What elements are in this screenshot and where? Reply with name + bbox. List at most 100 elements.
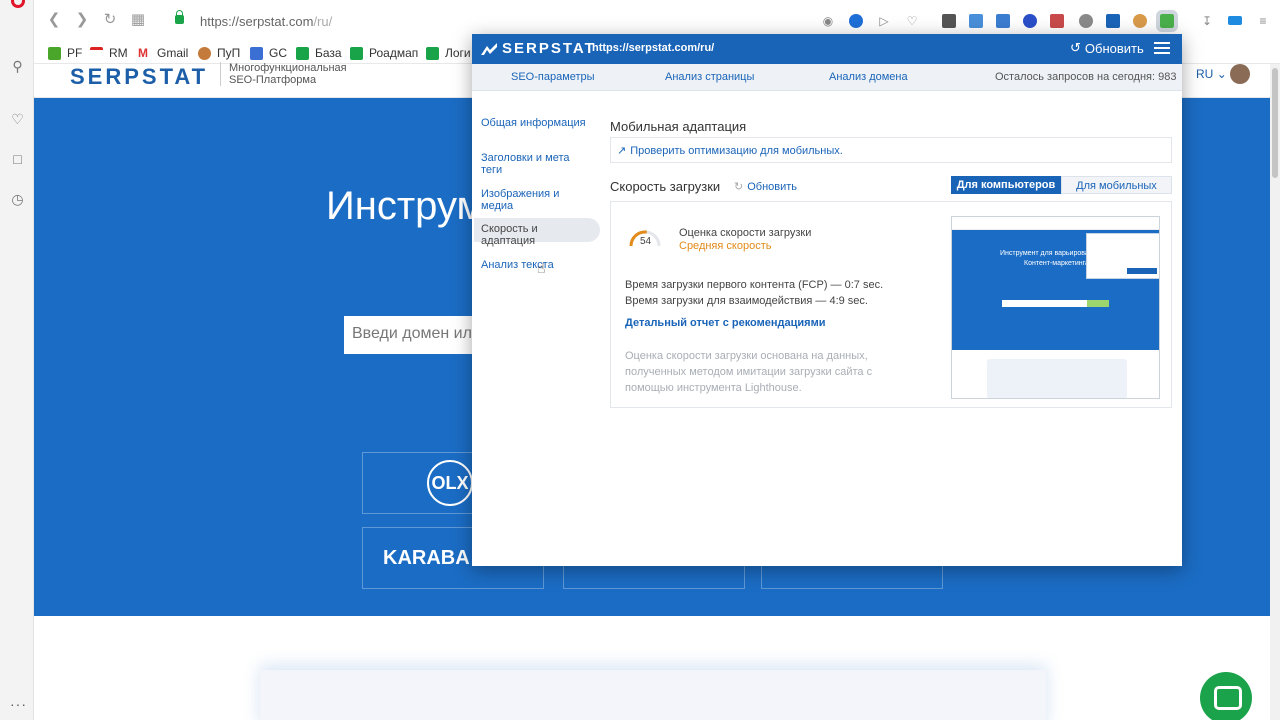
requests-quota: Осталось запросов на сегодня: 983 — [995, 71, 1177, 83]
extension-icon[interactable] — [1079, 14, 1093, 28]
tab-page-analysis[interactable]: Анализ страницы — [665, 71, 754, 83]
heart-outline-icon[interactable]: ♡ — [905, 14, 919, 28]
mobile-check-box: ↗ Проверить оптимизацию для мобильных. — [610, 137, 1172, 163]
hamburger-menu-icon[interactable] — [1154, 42, 1170, 54]
preview-header — [952, 217, 1159, 230]
toggle-mobile[interactable]: Для мобильных — [1061, 176, 1172, 194]
forward-arrow-icon[interactable]: ❯ — [74, 12, 90, 28]
bookmark-item[interactable]: GC — [250, 44, 287, 62]
bookmark-label: GC — [269, 46, 287, 60]
extension-icon[interactable] — [996, 14, 1010, 28]
serpstat-popup: SERPSTAT https://serpstat.com/ru/ ↺ Обно… — [472, 34, 1182, 566]
refresh-button[interactable]: ↺ Обновить — [1070, 40, 1144, 56]
bookmark-label: Gmail — [157, 46, 189, 60]
hand-cursor-icon: ☝ — [537, 260, 546, 276]
language-selector[interactable]: RU ⌄ — [1196, 67, 1227, 81]
shield-icon[interactable] — [849, 14, 863, 28]
menu-item-images-media[interactable]: Изображения и медиа — [474, 183, 600, 212]
page-scrollbar-thumb[interactable] — [1272, 68, 1278, 178]
camera-icon[interactable]: ◉ — [821, 14, 835, 28]
page-screenshot-preview: Инструмент для варьирования Контент-марк… — [951, 216, 1160, 399]
mobile-check-link[interactable]: ↗ Проверить оптимизацию для мобильных. — [617, 144, 843, 158]
speed-score-value: 54 — [640, 236, 652, 247]
snapshot-icon[interactable]: □ — [10, 152, 25, 167]
tab-seo-parameters[interactable]: SEO-параметры — [511, 71, 595, 83]
lock-icon — [175, 10, 184, 24]
tabs-grid-icon[interactable]: ▦ — [130, 12, 146, 28]
battery-icon[interactable] — [1228, 16, 1242, 25]
serpstat-active-extension-icon[interactable] — [1156, 10, 1178, 32]
menu-item-speed-adaptation[interactable]: Скорость и адаптация — [474, 218, 600, 247]
settings-sliders-icon[interactable]: ≡ — [1256, 14, 1270, 28]
popup-logo: SERPSTAT — [502, 40, 596, 57]
bookmark-item[interactable]: ПуП — [198, 44, 240, 62]
speed-refresh-button[interactable]: ↻ Обновить — [734, 180, 798, 194]
avatar[interactable] — [1230, 64, 1250, 84]
refresh-icon: ↺ — [1070, 40, 1081, 55]
detailed-report-link[interactable]: Детальный отчет с рекомендациями — [625, 317, 825, 329]
speed-refresh-label: Обновить — [747, 180, 798, 193]
bookmark-item[interactable]: RM — [90, 44, 128, 62]
site-logo[interactable]: SERPSTAT — [70, 64, 208, 90]
gmail-icon: M — [138, 45, 148, 60]
site-content-card — [260, 670, 1046, 720]
bookmark-item[interactable]: База — [296, 44, 342, 62]
bookmark-label: Роадмап — [369, 46, 419, 60]
popup-url: https://serpstat.com/ru/ — [592, 42, 715, 54]
reload-icon[interactable]: ↻ — [102, 12, 118, 28]
bookmark-item[interactable]: Роадмап — [350, 44, 418, 62]
url-host: https://serpstat.com — [200, 14, 314, 29]
karaban-logo: KARABA — [383, 547, 470, 569]
chevron-down-icon: ⌄ — [1216, 67, 1227, 81]
site-logo-subtitle-line: SEO-Платформа — [229, 74, 317, 86]
olx-logo: OLX — [427, 460, 473, 506]
extension-icon[interactable] — [1050, 14, 1064, 28]
bookmark-icon — [198, 46, 211, 60]
extension-icon[interactable] — [969, 14, 983, 28]
bookmark-item[interactable]: PF — [48, 44, 82, 62]
menu-item-headers-meta[interactable]: Заголовки и мета теги — [474, 147, 600, 176]
bookmark-item[interactable]: Логи — [426, 44, 471, 62]
extension-icon[interactable] — [942, 14, 956, 28]
history-clock-icon[interactable]: ◷ — [10, 192, 25, 207]
mobile-check-label: Проверить оптимизацию для мобильных. — [630, 144, 843, 157]
serpstat-extension-icon[interactable] — [1106, 14, 1120, 28]
search-icon[interactable]: ⚲ — [10, 59, 25, 74]
popup-header: SERPSTAT https://serpstat.com/ru/ ↺ Обно… — [472, 34, 1182, 64]
menu-item-general-info[interactable]: Общая информация — [474, 112, 600, 136]
site-logo-subtitle-line: Многофункциональная — [229, 62, 347, 74]
preview-title-line: Контент-маркетинга — [1024, 260, 1089, 267]
more-dots-icon[interactable]: ··· — [10, 696, 27, 712]
site-logo-subtitle: Многофункциональная SEO-Платформа — [220, 62, 347, 86]
back-arrow-icon[interactable]: ❮ — [46, 12, 62, 28]
serpstat-logo-icon — [481, 43, 497, 55]
toggle-desktop[interactable]: Для компьютеров — [951, 176, 1061, 194]
url-path: /ru/ — [313, 14, 333, 29]
preview-popover — [1086, 233, 1159, 279]
fcp-metric: Время загрузки первого контента (FCP) — … — [625, 279, 884, 291]
hero-title: Инструм — [326, 184, 485, 228]
bookmark-icon — [90, 46, 103, 60]
mobile-section-title: Мобильная адаптация — [610, 119, 747, 134]
bookmark-label: Логи — [445, 46, 471, 60]
refresh-icon: ↻ — [734, 181, 744, 193]
bookmark-label: База — [315, 46, 342, 60]
bookmark-icon — [250, 46, 263, 60]
language-label: RU — [1196, 67, 1214, 81]
external-link-icon: ↗ — [617, 145, 627, 157]
speed-footnote: Оценка скорости загрузки основана на дан… — [625, 350, 873, 394]
tab-domain-analysis[interactable]: Анализ домена — [829, 71, 908, 83]
extension-icon[interactable] — [1023, 14, 1037, 28]
bookmark-icon — [350, 46, 363, 60]
download-icon[interactable]: ↧ — [1200, 14, 1214, 28]
send-icon[interactable]: ▷ — [877, 14, 891, 28]
chat-icon[interactable] — [1200, 672, 1252, 720]
url-field[interactable]: https://serpstat.com/ru/ — [200, 14, 332, 29]
bookmark-item[interactable]: M Gmail — [138, 44, 188, 62]
speed-results-box: 54 Оценка скорости загрузки Средняя скор… — [610, 201, 1172, 408]
heart-icon[interactable]: ♡ — [10, 112, 25, 127]
opera-logo-icon[interactable] — [11, 0, 25, 8]
speed-section-title: Скорость загрузки — [610, 179, 721, 194]
bookmark-icon — [48, 46, 61, 60]
extension-icon[interactable] — [1133, 14, 1147, 28]
